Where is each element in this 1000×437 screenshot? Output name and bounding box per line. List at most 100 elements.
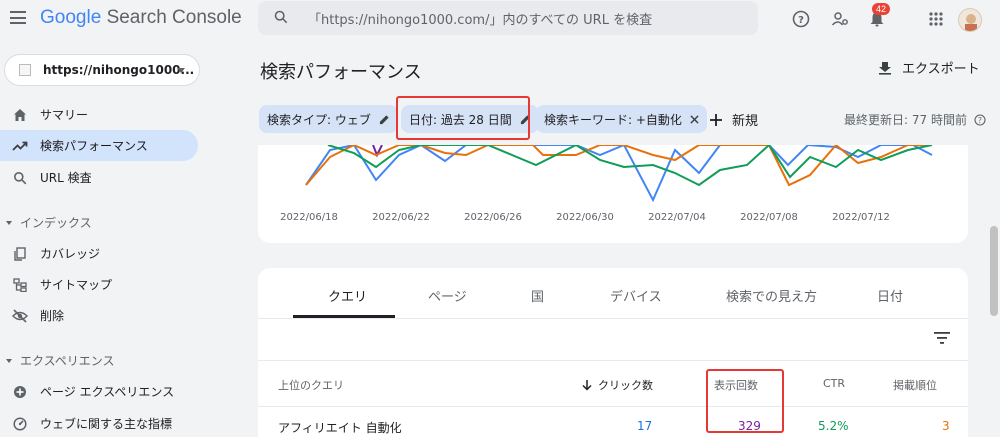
add-circle-icon [12,384,28,400]
x-tick-label: 2022/07/08 [740,212,798,223]
row-divider [258,406,968,407]
cell-query: アフィリエイト 自動化 [278,421,402,435]
clicks-series-line [305,145,933,203]
sidebar-item-label: URL 検査 [40,171,92,185]
apps-grid-icon[interactable] [926,9,946,29]
column-header-clicks[interactable]: クリック数 [582,377,653,393]
account-avatar[interactable] [958,8,982,32]
last-updated: 最終更新日: 77 時間前 ? [844,111,986,128]
eye-off-icon [12,308,28,324]
performance-chart-card: 2022/06/18 2022/06/22 2022/06/26 2022/06/30… [258,145,968,243]
filter-chip-label: 検索タイプ: ウェブ [267,112,371,127]
tab-query[interactable]: クエリ [328,286,367,305]
search-input[interactable]: 「https://nihongo1000.com/」内のすべての URL を検査 [308,9,652,28]
x-tick-label: 2022/06/26 [464,212,522,223]
top-bar: Google Search Console 「https://nihongo10… [0,0,1000,38]
sidebar-item-page-experience[interactable]: ページ エクスペリエンス [0,376,198,407]
section-index-header[interactable]: インデックス [6,214,92,231]
export-label: エクスポート [902,62,980,77]
page-title: 検索パフォーマンス [260,62,422,83]
tab-divider [258,318,968,319]
property-selector[interactable]: https://nihongo1000... [4,54,200,86]
last-updated-text: 最終更新日: 77 時間前 [844,113,967,127]
notification-count-badge: 42 [872,3,891,15]
impressions-highlight [706,369,784,433]
sidebar-item-search-performance[interactable]: 検索パフォーマンス [0,130,198,161]
filter-chip-search-type[interactable]: 検索タイプ: ウェブ [259,105,398,133]
trending-up-icon [12,138,28,154]
favicon-icon [19,64,31,76]
sidebar-item-sitemap[interactable]: サイトマップ [0,269,198,300]
search-icon [274,10,288,24]
add-filter-button[interactable]: 新規 [710,110,758,129]
filter-chip-label: 検索キーワード: +自動化 [544,112,682,127]
close-icon[interactable] [690,114,699,124]
page-scrollbar[interactable] [990,226,998,316]
tab-search-appearance[interactable]: 検索での見え方 [726,286,817,305]
column-header-ctr[interactable]: CTR [823,377,845,390]
search-icon [12,170,28,186]
home-icon [12,107,28,123]
arrow-down-icon [582,379,592,391]
collapse-triangle-icon [6,358,12,363]
logo-product: Search Console [106,7,242,28]
tab-page[interactable]: ページ [428,286,467,305]
x-tick-label: 2022/06/18 [280,212,338,223]
sidebar-item-label: サマリー [40,108,89,122]
column-header-query[interactable]: 上位のクエリ [278,377,344,393]
sidebar-item-label: 検索パフォーマンス [40,139,148,153]
logo-google: Google [40,7,102,28]
x-tick-label: 2022/07/04 [648,212,706,223]
x-tick-label: 2022/07/12 [832,212,890,223]
cell-position: 3 [942,419,950,433]
sidebar-item-summary[interactable]: サマリー [0,99,198,130]
date-filter-highlight [396,96,530,140]
header-divider [258,360,968,361]
gauge-icon [12,416,28,432]
menu-icon[interactable] [10,11,26,24]
sidebar-item-removals[interactable]: 削除 [0,300,198,331]
sidebar-item-url-inspection[interactable]: URL 検査 [0,162,198,193]
section-experience-header[interactable]: エクスペリエンス [6,352,115,369]
collapse-triangle-icon [6,220,12,225]
app-logo[interactable]: Google Search Console [40,7,242,29]
svg-text:?: ? [798,15,804,26]
column-header-position[interactable]: 掲載順位 [893,377,937,393]
x-tick-label: 2022/06/30 [556,212,614,223]
report-table-card: クエリ ページ 国 デバイス 検索での見え方 日付 上位のクエリ クリック数 表… [258,268,968,437]
sidebar-item-label: 削除 [40,309,65,323]
sidebar-item-label: カバレッジ [40,247,101,261]
performance-chart[interactable]: 2022/06/18 2022/06/22 2022/06/26 2022/06/30… [258,145,968,243]
cell-ctr: 5.2% [818,419,849,433]
help-icon[interactable]: ? [791,9,811,29]
add-filter-label: 新規 [732,114,759,129]
tab-device[interactable]: デバイス [610,286,662,305]
user-settings-icon[interactable] [830,9,850,29]
column-header-clicks-label: クリック数 [598,379,653,392]
section-title: エクスペリエンス [20,354,115,368]
filter-icon[interactable] [934,332,950,344]
copy-icon [12,246,28,262]
download-icon [879,61,891,75]
tab-country[interactable]: 国 [531,286,544,305]
sidebar-item-coverage[interactable]: カバレッジ [0,238,198,269]
plus-icon [710,113,722,126]
chevron-down-icon [177,68,185,73]
filter-chip-query[interactable]: 検索キーワード: +自動化 [536,105,707,133]
property-label: https://nihongo1000... [43,63,195,77]
help-circle-icon[interactable]: ? [974,114,986,126]
export-button[interactable]: エクスポート [878,58,980,77]
cell-clicks: 17 [637,419,653,433]
sidebar-item-core-web-vitals[interactable]: ウェブに関する主な指標 [0,408,198,437]
sidebar-item-label: ページ エクスペリエンス [40,385,175,399]
tab-date[interactable]: 日付 [877,286,903,305]
svg-text:?: ? [978,116,982,125]
x-tick-label: 2022/06/22 [372,212,430,223]
sidebar-item-label: サイトマップ [40,278,113,292]
sitemap-icon [12,277,28,293]
ctr-series-line [327,145,933,187]
section-title: インデックス [20,216,92,230]
edit-pencil-icon[interactable] [379,114,390,125]
sidebar-item-label: ウェブに関する主な指標 [40,417,173,431]
url-inspect-search[interactable]: 「https://nihongo1000.com/」内のすべての URL を検査 [258,1,758,35]
